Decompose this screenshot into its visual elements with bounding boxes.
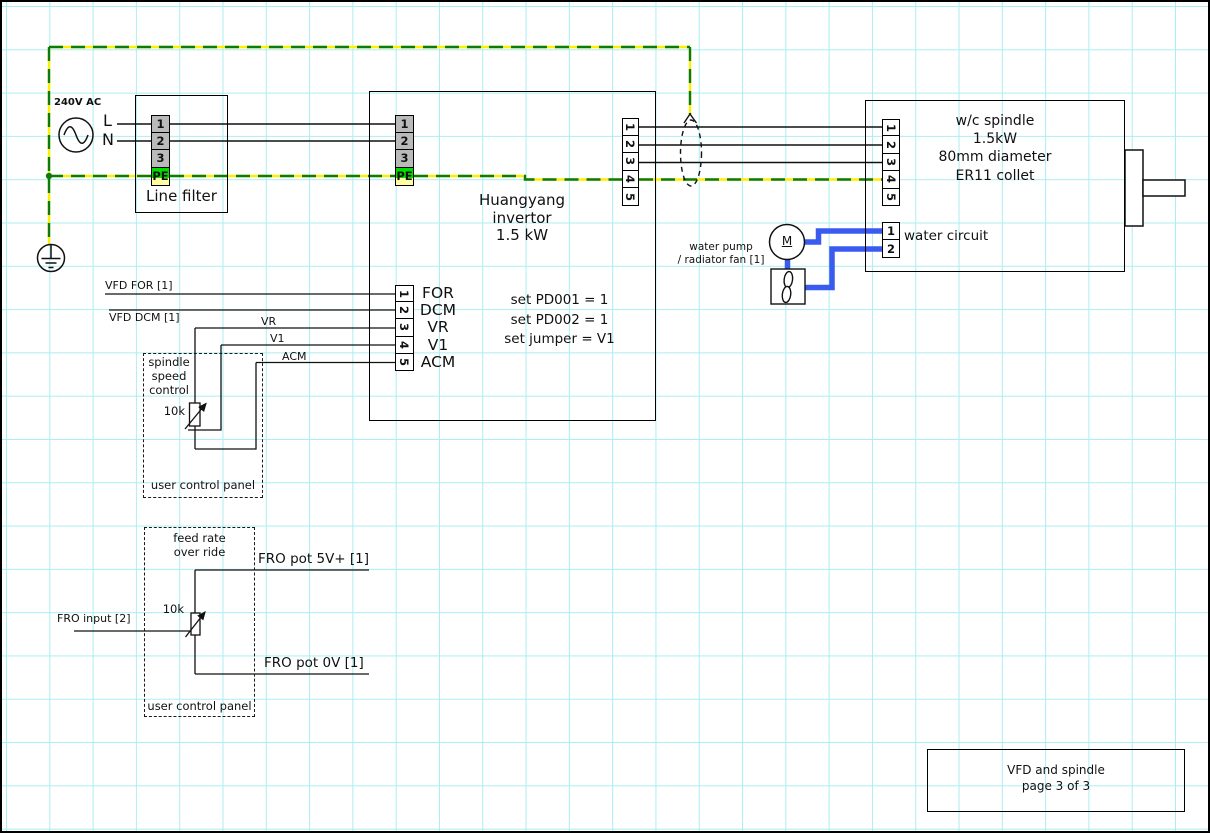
panel-title-line: speed: [143, 370, 195, 384]
vfd-dcm-wire-label: VFD DCM [1]: [109, 312, 180, 325]
terminal: 1: [395, 285, 414, 302]
schematic-page: 1 2 3 PE 1 2 3 PE 1 2 3 4 5 1 2 3 4 5 1 …: [0, 0, 1210, 833]
spindle-panel-footer: user control panel: [143, 479, 263, 493]
terminal: 3: [882, 154, 900, 171]
spindle-title-line: ER11 collet: [900, 167, 1090, 185]
invertor-title: Huangyang invertor 1.5 kW: [432, 192, 612, 245]
fro-input-label: FRO input [2]: [57, 613, 131, 626]
ac-source-icon: [59, 118, 93, 152]
invertor-settings: set PD001 = 1 set PD002 = 1 set jumper =…: [457, 291, 662, 350]
panel-title-line: spindle: [143, 356, 195, 370]
terminal: 4: [395, 337, 414, 354]
spindle-terminals: 1 2 3 4 5: [882, 119, 900, 206]
invertor-title-line: invertor: [432, 210, 612, 228]
invertor-control-terminals: 1 2 3 4 5: [395, 285, 414, 371]
neutral-conductor-label: N: [102, 131, 114, 150]
pe-junction-dot: [46, 173, 52, 179]
feed-rate-panel-title: feed rate over ride: [144, 531, 255, 559]
pe-terminal: PE: [395, 168, 414, 186]
line-filter-terminals: 1 2 3 PE: [151, 115, 170, 186]
panel-title-line: over ride: [144, 545, 255, 559]
setting-line: set PD001 = 1: [457, 291, 662, 311]
invertor-title-line: 1.5 kW: [432, 227, 612, 245]
terminal: 3: [395, 319, 414, 336]
control-label-for: FOR: [416, 285, 460, 302]
terminal: 4: [622, 171, 639, 189]
control-label-acm: ACM: [416, 354, 460, 371]
fro-0v-label: FRO pot 0V [1]: [264, 656, 364, 672]
invertor-title-line: Huangyang: [432, 192, 612, 210]
spindle-title-line: 1.5kW: [900, 130, 1090, 148]
terminal: 4: [882, 171, 900, 188]
water-circuit-label: water circuit: [904, 229, 988, 245]
setting-line: set jumper = V1: [457, 330, 662, 350]
terminal: 1: [395, 115, 414, 133]
panel-title-line: feed rate: [144, 531, 255, 545]
pe-terminal: PE: [151, 168, 170, 186]
source-voltage-label: 240V AC: [54, 97, 101, 109]
control-label-dcm: DCM: [416, 302, 460, 319]
cable-shield-icon: [681, 114, 702, 186]
terminal: 2: [882, 136, 900, 153]
spindle-pot-value: 10k: [161, 405, 185, 419]
vfd-for-wire-label: VFD FOR [1]: [105, 280, 173, 293]
water-circuit-terminals: 1 2: [882, 222, 900, 258]
title-block-text: VFD and spindle page 3 of 3: [927, 762, 1185, 794]
panel-title-line: control: [143, 384, 195, 398]
vr-wire-label: VR: [261, 316, 276, 329]
terminal: 3: [622, 153, 639, 171]
terminal: 5: [395, 354, 414, 371]
acm-wire-label: ACM: [282, 351, 307, 364]
control-label-vr: VR: [416, 319, 460, 336]
setting-line: set PD002 = 1: [457, 311, 662, 331]
earth-ground-icon: [38, 245, 65, 272]
invertor-input-terminals: 1 2 3 PE: [395, 115, 414, 186]
line-filter-title: Line filter: [135, 188, 228, 206]
terminal: 2: [882, 240, 900, 258]
water-pump-label-line: water pump: [671, 241, 771, 254]
feed-rate-pot-value: 10k: [160, 603, 184, 617]
terminal: 2: [395, 133, 414, 151]
terminal: 1: [882, 119, 900, 136]
terminal: 2: [622, 136, 639, 154]
fro-5v-label: FRO pot 5V+ [1]: [258, 552, 369, 568]
terminal: 1: [151, 115, 170, 133]
spindle-title: w/c spindle 1.5kW 80mm diameter ER11 col…: [900, 112, 1090, 185]
v1-wire-label: V1: [270, 333, 285, 346]
feed-rate-panel-footer: user control panel: [144, 700, 255, 714]
water-pump-label-line: / radiator fan [1]: [671, 254, 771, 267]
page-number: page 3 of 3: [927, 778, 1185, 794]
radiator-fan-icon: [771, 269, 805, 304]
invertor-output-terminals: 1 2 3 4 5: [622, 118, 639, 206]
spindle-speed-panel-title: spindle speed control: [143, 356, 195, 397]
spindle-title-line: 80mm diameter: [900, 148, 1090, 166]
water-pump-label: water pump / radiator fan [1]: [671, 241, 771, 267]
terminal: 3: [395, 150, 414, 168]
control-terminal-labels: FOR DCM VR V1 ACM: [416, 285, 460, 371]
terminal: 5: [622, 188, 639, 206]
terminal: 1: [882, 222, 900, 240]
spindle-title-line: w/c spindle: [900, 112, 1090, 130]
three-phase-wires: [639, 127, 883, 163]
drawing-title: VFD and spindle: [927, 762, 1185, 778]
terminal: 2: [151, 133, 170, 151]
terminal: 2: [395, 302, 414, 319]
motor-letter: M: [776, 234, 798, 248]
terminal: 1: [622, 118, 639, 136]
line-conductor-label: L: [103, 112, 112, 131]
terminal: 5: [882, 189, 900, 206]
control-label-v1: V1: [416, 337, 460, 354]
spindle-shaft: [1125, 150, 1185, 226]
terminal: 3: [151, 150, 170, 168]
